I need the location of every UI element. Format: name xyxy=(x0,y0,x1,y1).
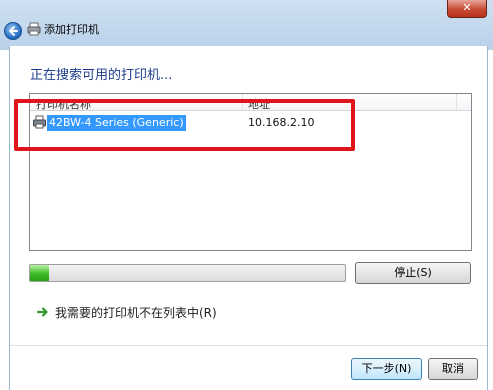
progress-fill xyxy=(30,265,49,281)
back-arrow-icon xyxy=(9,26,18,36)
page-heading: 正在搜索可用的打印机... xyxy=(30,68,173,83)
stop-button[interactable]: 停止(S) xyxy=(355,262,471,284)
window-close-button[interactable]: ✕ xyxy=(447,0,487,18)
window-title: 添加打印机 xyxy=(44,23,99,36)
search-progress-bar xyxy=(29,264,346,282)
footer-divider xyxy=(10,345,487,346)
next-button[interactable]: 下一步(N) xyxy=(351,358,422,380)
green-arrow-icon xyxy=(36,306,49,321)
link-label[interactable]: 我需要的打印机不在列表中(R) xyxy=(55,304,217,321)
cancel-button[interactable]: 取消 xyxy=(428,358,478,380)
printer-icon xyxy=(27,22,41,39)
back-button[interactable] xyxy=(4,22,22,40)
column-divider[interactable] xyxy=(456,94,457,110)
highlight-annotation xyxy=(14,99,355,151)
